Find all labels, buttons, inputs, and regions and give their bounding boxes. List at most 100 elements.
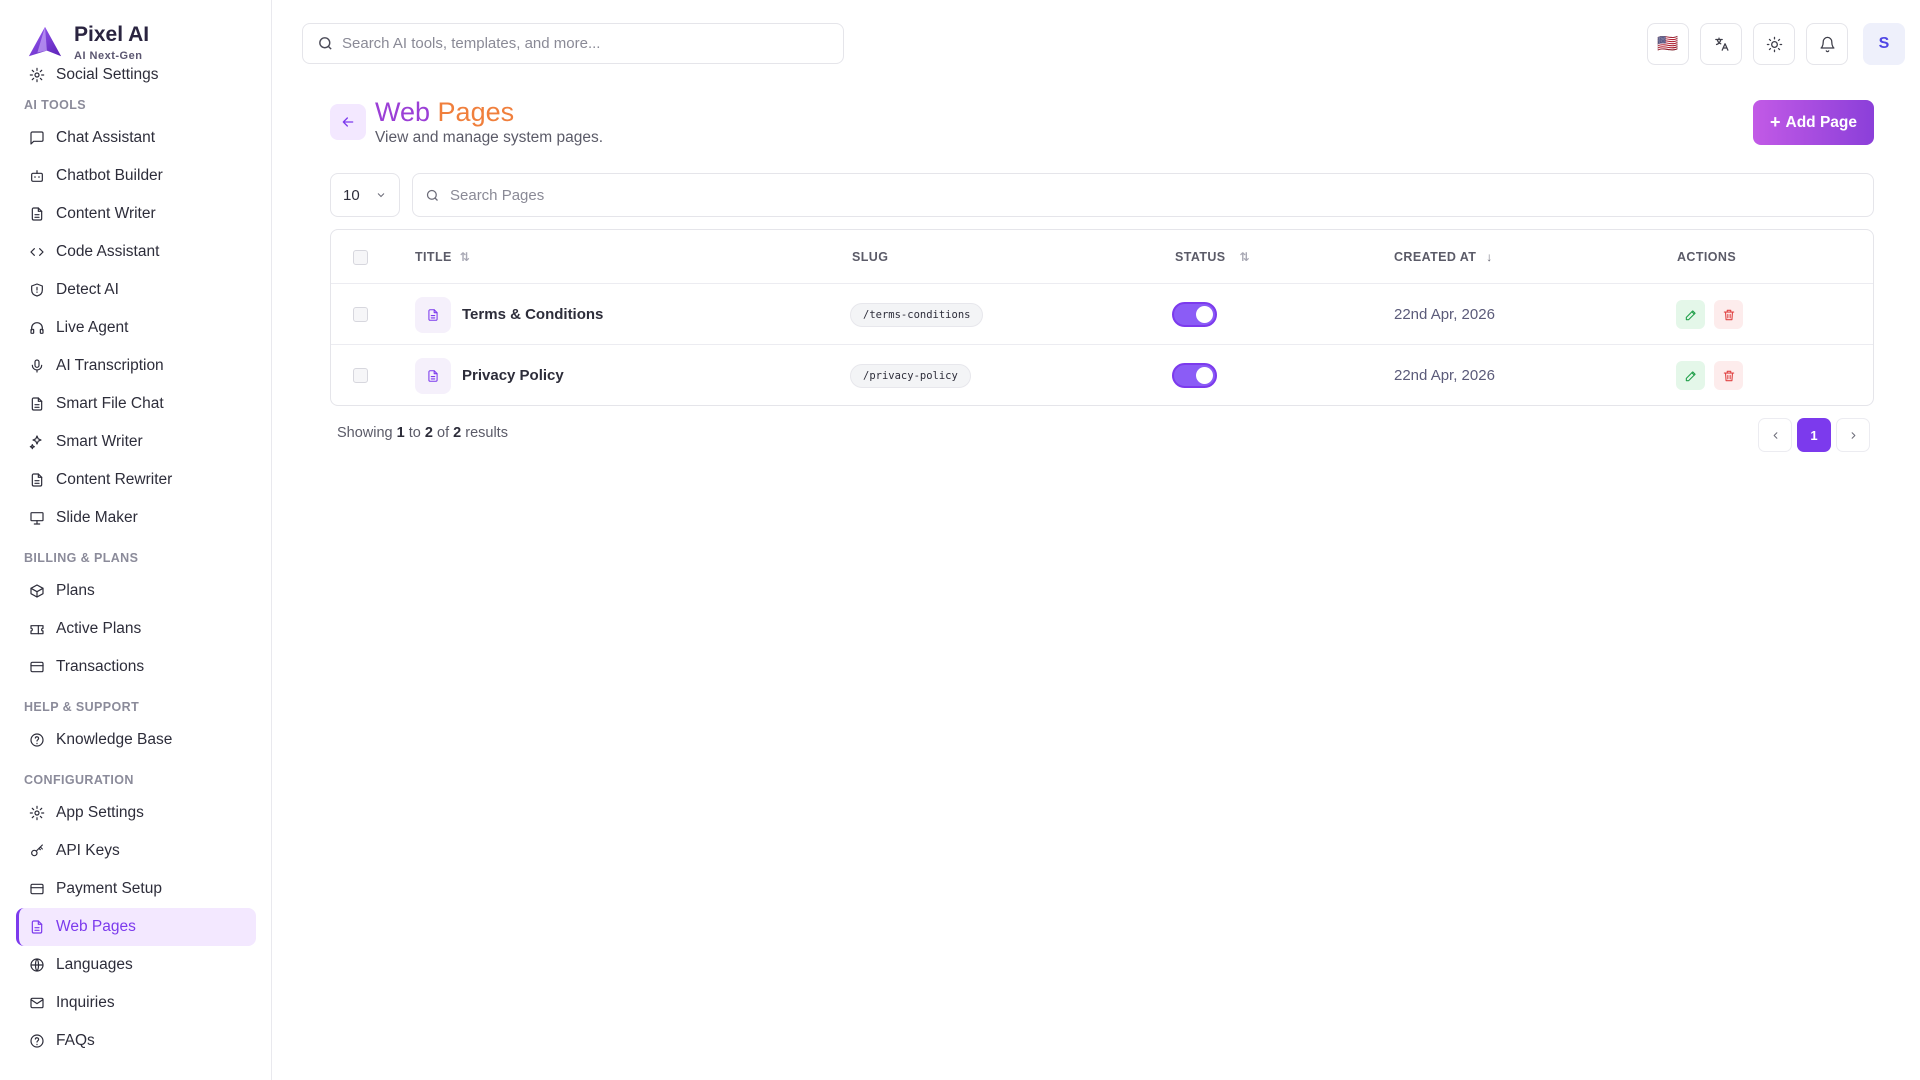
brand-name: Pixel AI [74,23,150,46]
sidebar-item-smart-writer[interactable]: Smart Writer [16,423,256,461]
sidebar-item-smart-file-chat[interactable]: Smart File Chat [16,385,256,423]
page-title-part2: Pages [437,97,515,127]
sidebar-item-social-settings[interactable]: Social Settings [16,62,256,84]
sidebar-item-label: FAQs [56,1032,95,1049]
sidebar-item-knowledge-base[interactable]: Knowledge Base [16,721,256,759]
row-checkbox[interactable] [353,307,368,322]
summary-suffix: results [465,425,508,441]
pencil-icon [1685,370,1696,381]
trash-icon [1723,370,1734,381]
select-all-checkbox[interactable] [353,249,368,265]
global-search-input[interactable] [342,35,822,52]
credit-card-icon [28,880,46,898]
sidebar-item-content-writer[interactable]: Content Writer [16,195,256,233]
summary-of-word: of [437,425,450,441]
row-status-cell [1172,345,1217,405]
global-search[interactable] [302,23,844,64]
sidebar-item-content-rewriter[interactable]: Content Rewriter [16,461,256,499]
status-toggle[interactable] [1172,302,1217,327]
sidebar-item-plans[interactable]: Plans [16,572,256,610]
microphone-icon [28,357,46,375]
brand-tagline: AI Next-Gen [74,50,143,62]
sparkles-icon [28,433,46,451]
sidebar-item-label: Transactions [56,658,145,675]
select-all-cell [353,230,368,284]
page-title-part1: Web [375,97,431,127]
sidebar-item-detect-ai[interactable]: Detect AI [16,271,256,309]
globe-icon [28,956,46,974]
add-page-button[interactable]: + Add Page [1753,100,1874,145]
sidebar-item-label: App Settings [56,804,144,821]
sidebar-item-faqs[interactable]: FAQs [16,1022,256,1060]
sidebar-item-inquiries[interactable]: Inquiries [16,984,256,1022]
plus-icon: + [1770,112,1781,132]
pages-search[interactable] [412,173,1874,217]
edit-button[interactable] [1676,361,1705,390]
translate-icon [1714,36,1729,51]
row-slug: /privacy-policy [850,363,971,388]
row-checkbox[interactable] [353,368,368,383]
column-slug: SLUG [852,230,888,284]
sidebar-item-label: API Keys [56,842,120,859]
language-flag-button[interactable]: 🇺🇸 [1647,23,1689,65]
sidebar-section-billing-and-plans: BILLING & PLANS [24,551,139,565]
shield-icon [28,281,46,299]
sidebar-item-api-keys[interactable]: API Keys [16,832,256,870]
sidebar-item-label: Content Rewriter [56,471,173,488]
sidebar-item-label: Content Writer [56,205,156,222]
sidebar-item-transactions[interactable]: Transactions [16,648,256,686]
pages-search-input[interactable] [450,186,1850,204]
row-select-cell [353,345,368,405]
file-text-icon [28,471,46,489]
sidebar-item-ai-transcription[interactable]: AI Transcription [16,347,256,385]
status-toggle[interactable] [1172,363,1217,388]
summary-total: 2 [453,425,462,441]
table-row: Terms & Conditions /terms-conditions 22n… [331,284,1873,345]
arrow-left-icon [342,117,354,127]
per-page-select[interactable]: 10 [330,173,400,217]
column-title-label: TITLE [415,250,452,264]
ticket-icon [28,620,46,638]
message-square-icon [28,129,46,147]
column-created-at[interactable]: CREATED AT ↓ [1394,230,1493,284]
user-avatar[interactable]: S [1863,23,1905,65]
sidebar-item-code-assistant[interactable]: Code Assistant [16,233,256,271]
row-actions-cell [1676,284,1752,345]
sidebar-item-label: Code Assistant [56,243,160,260]
column-status-label: STATUS [1175,250,1226,264]
brand[interactable]: Pixel AI AI Next-Gen [26,24,149,62]
notifications-button[interactable] [1806,23,1848,65]
column-created-at-label: CREATED AT [1394,250,1477,264]
sidebar-item-chatbot-builder[interactable]: Chatbot Builder [16,157,256,195]
sidebar-item-live-agent[interactable]: Live Agent [16,309,256,347]
back-button[interactable] [330,104,366,140]
sidebar-item-active-plans[interactable]: Active Plans [16,610,256,648]
chevron-down-icon [377,193,385,198]
sidebar-item-chat-assistant[interactable]: Chat Assistant [16,119,256,157]
sidebar-item-web-pages[interactable]: Web Pages [16,908,256,946]
prev-page-button[interactable] [1758,418,1792,452]
summary-from: 1 [396,425,405,441]
sidebar-item-app-settings[interactable]: App Settings [16,794,256,832]
translate-button[interactable] [1700,23,1742,65]
sort-icon: ⇅ [1239,250,1251,264]
theme-toggle-button[interactable] [1753,23,1795,65]
sidebar-item-slide-maker[interactable]: Slide Maker [16,499,256,537]
pixel-ai-logo-icon [28,26,62,57]
code-icon [28,243,46,261]
document-icon [415,357,451,394]
delete-button[interactable] [1714,300,1743,329]
column-status[interactable]: STATUS ⇅ [1175,230,1250,284]
sidebar-item-payment-setup[interactable]: Payment Setup [16,870,256,908]
column-title[interactable]: TITLE ⇅ [415,230,470,284]
table-row: Privacy Policy /privacy-policy 22nd Apr,… [331,345,1873,405]
sidebar-item-label: Web Pages [56,918,136,935]
sidebar-item-label: Live Agent [56,319,129,336]
results-summary: Showing 1 to 2 of 2 results [337,425,508,441]
delete-button[interactable] [1714,361,1743,390]
edit-button[interactable] [1676,300,1705,329]
page-button-current[interactable]: 1 [1797,418,1831,452]
sidebar-item-languages[interactable]: Languages [16,946,256,984]
pagination: 1 [1758,418,1872,452]
next-page-button[interactable] [1836,418,1870,452]
